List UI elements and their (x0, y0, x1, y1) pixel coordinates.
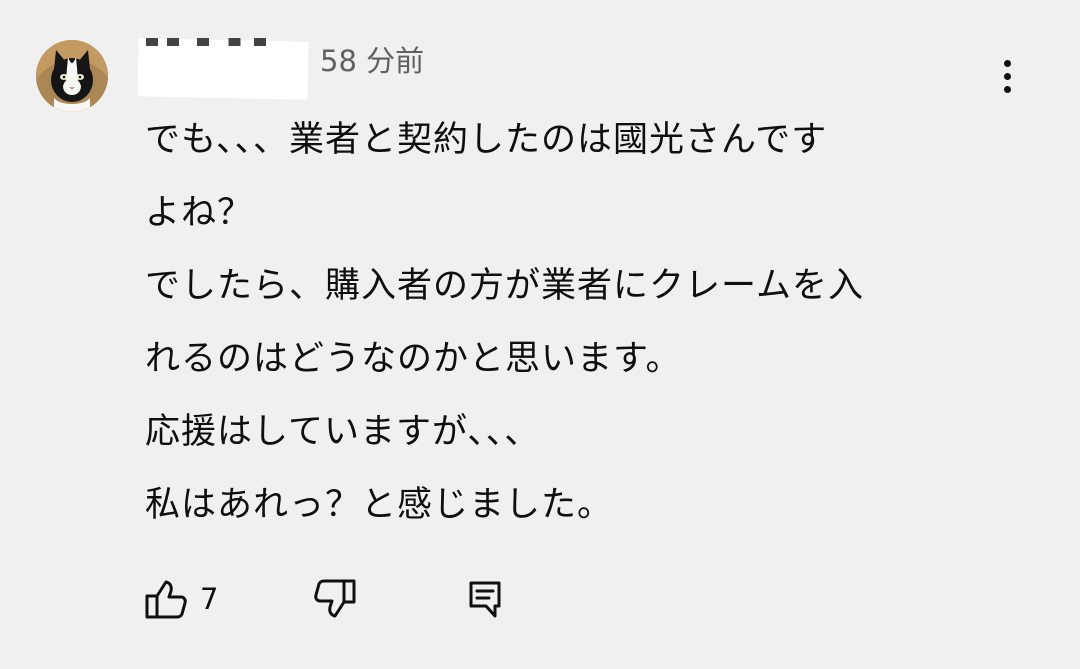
cat-avatar-icon (36, 40, 108, 112)
comment-line: よね？ (145, 193, 254, 233)
comment-line: 応援はしていますが、、、 (145, 412, 541, 452)
comment-line: れるのはどうなのかと思います。 (145, 339, 682, 379)
comment-line: でしたら、購入者の方が業者にクレームを入 (145, 266, 864, 306)
comment-text: でも、、、業者と契約したのは國光さんです よね？ でしたら、購入者の方が業者にク… (145, 104, 1005, 542)
like-button[interactable]: 7 (144, 576, 218, 622)
more-options-button[interactable] (991, 56, 1025, 96)
reply-button[interactable] (465, 576, 505, 622)
reply-icon (469, 581, 501, 618)
redaction-residue (146, 38, 296, 46)
dislike-button[interactable] (313, 576, 357, 622)
comment-line: 私はあれっ？と感じました。 (145, 485, 614, 525)
comment-timestamp: 58 分前 (320, 44, 425, 78)
avatar[interactable] (36, 40, 108, 112)
more-vertical-icon (1004, 73, 1011, 80)
thumbs-up-icon (145, 580, 187, 619)
redacted-author-name (137, 38, 309, 100)
more-vertical-icon (1004, 86, 1011, 93)
comment-card: 58 分前 でも、、、業者と契約したのは國光さんです よね？ でしたら、購入者の… (0, 0, 1080, 669)
more-vertical-icon (1004, 60, 1011, 67)
comment-line: でも、、、業者と契約したのは國光さんです (145, 120, 828, 160)
thumbs-down-icon (314, 579, 356, 618)
like-count: 7 (200, 582, 219, 616)
